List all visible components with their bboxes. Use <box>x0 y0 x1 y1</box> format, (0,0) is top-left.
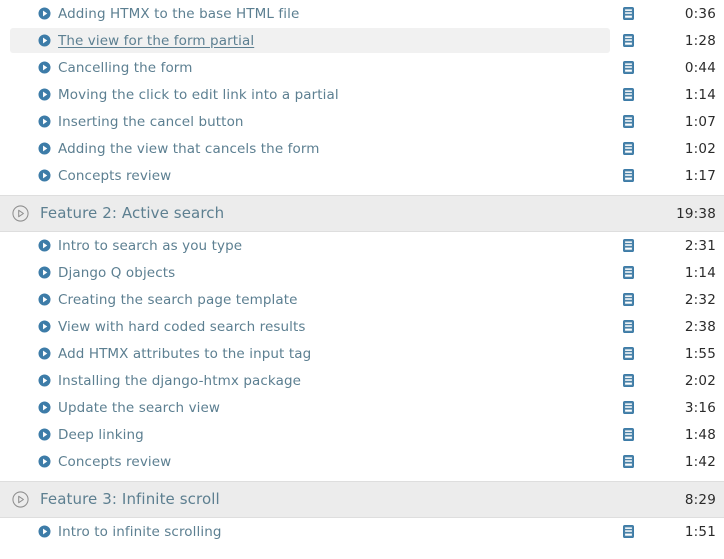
play-circle-filled-icon[interactable] <box>38 347 51 360</box>
lesson-row[interactable]: Moving the click to edit link into a par… <box>0 81 724 108</box>
lesson-title-link[interactable]: Concepts review <box>58 454 623 470</box>
lesson-duration: 1:51 <box>684 523 716 540</box>
lesson-title-link[interactable]: Add HTMX attributes to the input tag <box>58 346 623 362</box>
lesson-duration: 2:32 <box>684 291 716 308</box>
transcript-note-icon[interactable] <box>623 293 634 306</box>
lesson-duration: 0:44 <box>684 59 716 76</box>
lesson-duration: 2:31 <box>684 237 716 254</box>
section-header-row[interactable]: Feature 3: Infinite scroll 8:29 <box>0 481 724 518</box>
lesson-duration: 2:02 <box>684 372 716 389</box>
play-circle-filled-icon[interactable] <box>38 239 51 252</box>
lesson-duration: 1:48 <box>684 426 716 443</box>
lesson-row[interactable]: Inserting the cancel button 1:07 <box>0 108 724 135</box>
play-circle-filled-icon[interactable] <box>38 169 51 182</box>
transcript-note-icon[interactable] <box>623 34 634 47</box>
lesson-duration: 1:14 <box>684 264 716 281</box>
lesson-row[interactable]: Concepts review 1:17 <box>0 162 724 189</box>
play-circle-filled-icon[interactable] <box>38 455 51 468</box>
lesson-title-link[interactable]: View with hard coded search results <box>58 319 623 335</box>
lesson-row[interactable]: Adding HTMX to the base HTML file 0:36 <box>0 0 724 27</box>
lesson-row[interactable]: Adding the view that cancels the form 1:0… <box>0 135 724 162</box>
play-circle-filled-icon[interactable] <box>38 401 51 414</box>
section-header-row[interactable]: Feature 2: Active search 19:38 <box>0 195 724 232</box>
lesson-title-link[interactable]: Intro to search as you type <box>58 238 623 254</box>
lesson-title-link[interactable]: Adding the view that cancels the form <box>58 141 623 157</box>
play-circle-filled-icon[interactable] <box>38 34 51 47</box>
lesson-group: Intro to search as you type 2:31 Django Q … <box>0 232 724 475</box>
transcript-note-icon[interactable] <box>623 88 634 101</box>
transcript-note-icon[interactable] <box>623 455 634 468</box>
play-circle-filled-icon[interactable] <box>38 266 51 279</box>
transcript-note-icon[interactable] <box>623 115 634 128</box>
course-outline-list: Adding HTMX to the base HTML file 0:36 The… <box>0 0 724 545</box>
play-circle-filled-icon[interactable] <box>38 428 51 441</box>
section-duration: 8:29 <box>684 491 716 508</box>
play-circle-filled-icon[interactable] <box>38 525 51 538</box>
lesson-title-link[interactable]: Creating the search page template <box>58 292 623 308</box>
transcript-note-icon[interactable] <box>623 374 634 387</box>
lesson-row[interactable]: Update the search view 3:16 <box>0 394 724 421</box>
lesson-row[interactable]: Intro to infinite scrolling 1:51 <box>0 518 724 545</box>
lesson-row[interactable]: Intro to search as you type 2:31 <box>0 232 724 259</box>
play-circle-filled-icon[interactable] <box>38 293 51 306</box>
lesson-row[interactable]: Concepts review 1:42 <box>0 448 724 475</box>
lesson-title-link[interactable]: Cancelling the form <box>58 60 623 76</box>
lesson-row[interactable]: Django Q objects 1:14 <box>0 259 724 286</box>
play-circle-outline-icon[interactable] <box>12 491 29 508</box>
lesson-duration: 1:17 <box>684 167 716 184</box>
transcript-note-icon[interactable] <box>623 7 634 20</box>
lesson-duration: 3:16 <box>684 399 716 416</box>
lesson-group: Adding HTMX to the base HTML file 0:36 The… <box>0 0 724 189</box>
lesson-title-link[interactable]: Intro to infinite scrolling <box>58 524 623 540</box>
play-circle-filled-icon[interactable] <box>38 7 51 20</box>
lesson-row[interactable]: View with hard coded search results 2:38 <box>0 313 724 340</box>
transcript-note-icon[interactable] <box>623 401 634 414</box>
play-circle-filled-icon[interactable] <box>38 61 51 74</box>
play-circle-filled-icon[interactable] <box>38 115 51 128</box>
play-circle-filled-icon[interactable] <box>38 142 51 155</box>
lesson-row[interactable]: Cancelling the form 0:44 <box>0 54 724 81</box>
lesson-title-link[interactable]: Update the search view <box>58 400 623 416</box>
play-circle-filled-icon[interactable] <box>38 374 51 387</box>
transcript-note-icon[interactable] <box>623 239 634 252</box>
lesson-duration: 0:36 <box>684 5 716 22</box>
lesson-title-link[interactable]: Inserting the cancel button <box>58 114 623 130</box>
lesson-title-link[interactable]: Moving the click to edit link into a par… <box>58 87 623 103</box>
transcript-note-icon[interactable] <box>623 61 634 74</box>
transcript-note-icon[interactable] <box>623 428 634 441</box>
lesson-duration: 1:14 <box>684 86 716 103</box>
lesson-row[interactable]: Creating the search page template 2:32 <box>0 286 724 313</box>
lesson-title-link[interactable]: The view for the form partial <box>58 33 623 49</box>
section-duration: 19:38 <box>676 205 716 222</box>
transcript-note-icon[interactable] <box>623 169 634 182</box>
lesson-duration: 1:02 <box>684 140 716 157</box>
lesson-title-link[interactable]: Adding HTMX to the base HTML file <box>58 6 623 22</box>
transcript-note-icon[interactable] <box>623 347 634 360</box>
lesson-duration: 1:07 <box>684 113 716 130</box>
lesson-duration: 1:28 <box>684 32 716 49</box>
lesson-title-link[interactable]: Installing the django-htmx package <box>58 373 623 389</box>
play-circle-outline-icon[interactable] <box>12 205 29 222</box>
lesson-row[interactable]: Installing the django-htmx package 2:02 <box>0 367 724 394</box>
lesson-row[interactable]: Deep linking 1:48 <box>0 421 724 448</box>
lesson-row[interactable]: Add HTMX attributes to the input tag 1:55 <box>0 340 724 367</box>
play-circle-filled-icon[interactable] <box>38 88 51 101</box>
lesson-group: Intro to infinite scrolling 1:51 <box>0 518 724 545</box>
section-title[interactable]: Feature 2: Active search <box>40 204 634 223</box>
lesson-title-link[interactable]: Django Q objects <box>58 265 623 281</box>
lesson-title-link[interactable]: Concepts review <box>58 168 623 184</box>
lesson-duration: 1:42 <box>684 453 716 470</box>
transcript-note-icon[interactable] <box>623 142 634 155</box>
lesson-duration: 2:38 <box>684 318 716 335</box>
transcript-note-icon[interactable] <box>623 320 634 333</box>
transcript-note-icon[interactable] <box>623 525 634 538</box>
play-circle-filled-icon[interactable] <box>38 320 51 333</box>
lesson-title-link[interactable]: Deep linking <box>58 427 623 443</box>
lesson-duration: 1:55 <box>684 345 716 362</box>
section-title[interactable]: Feature 3: Infinite scroll <box>40 490 634 509</box>
lesson-row[interactable]: The view for the form partial 1:28 <box>0 27 724 54</box>
transcript-note-icon[interactable] <box>623 266 634 279</box>
